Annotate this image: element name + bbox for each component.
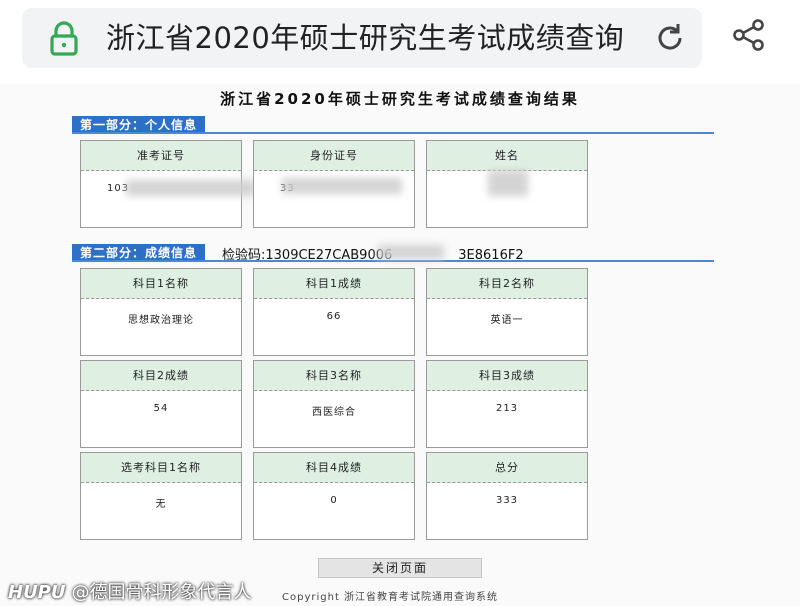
- close-page-button[interactable]: 关闭页面: [318, 558, 482, 578]
- share-icon[interactable]: [732, 18, 766, 52]
- copyright-footer: Copyright 浙江省教育考试院通用查询系统: [282, 592, 499, 603]
- card-label: 科目4成绩: [254, 453, 414, 483]
- watermark-user: @德国骨科形象代言人: [71, 582, 252, 603]
- address-bar-title: 浙江省2020年硕士研究生考试成绩查询: [106, 21, 625, 55]
- card-label: 姓名: [427, 141, 587, 171]
- page-title: 浙江省2020年硕士研究生考试成绩查询结果: [220, 90, 580, 108]
- browser-toolbar: 浙江省2020年硕士研究生考试成绩查询: [0, 0, 800, 84]
- verification-code-tail: 3E8616F2: [458, 248, 524, 263]
- card-value: 西医综合: [312, 407, 356, 418]
- card-value: 英语一: [490, 315, 524, 326]
- card-label: 科目3名称: [254, 361, 414, 391]
- card-label: 科目1名称: [81, 269, 241, 299]
- card-value: 0: [330, 495, 338, 506]
- redaction-blur: [378, 245, 444, 259]
- score-card-subject2-name: 科目2名称 英语一: [426, 268, 588, 356]
- card-value: 66: [326, 311, 342, 322]
- card-value: 54: [153, 403, 169, 414]
- card-label: 科目1成绩: [254, 269, 414, 299]
- score-card-subject4-score: 科目4成绩 0: [253, 452, 415, 540]
- card-value: 无: [155, 499, 167, 510]
- watermark: HUPU @德国骨科形象代言人: [8, 578, 252, 604]
- score-card-subject3-score: 科目3成绩 213: [426, 360, 588, 448]
- redaction-blur: [488, 170, 528, 196]
- card-label: 准考证号: [81, 141, 241, 171]
- card-label: 科目3成绩: [427, 361, 587, 391]
- card-label: 选考科目1名称: [81, 453, 241, 483]
- result-page: 浙江省2020年硕士研究生考试成绩查询结果 第一部分：个人信息 准考证号 103…: [0, 84, 800, 606]
- verification-code-head: 检验码:1309CE27CAB9006: [222, 248, 393, 263]
- redaction-blur: [282, 178, 402, 194]
- score-card-subject1-name: 科目1名称 思想政治理论: [80, 268, 242, 356]
- redaction-blur: [126, 180, 256, 196]
- lock-icon[interactable]: [44, 18, 84, 58]
- card-label: 身份证号: [254, 141, 414, 171]
- card-value: 213: [495, 403, 519, 414]
- score-card-subject2-score: 科目2成绩 54: [80, 360, 242, 448]
- card-value: 思想政治理论: [128, 315, 194, 326]
- card-value: 333: [495, 495, 519, 506]
- card-label: 科目2成绩: [81, 361, 241, 391]
- score-card-elective-name: 选考科目1名称 无: [80, 452, 242, 540]
- watermark-brand: HUPU: [8, 582, 66, 603]
- card-label: 总分: [427, 453, 587, 483]
- score-card-total: 总分 333: [426, 452, 588, 540]
- score-card-subject1-score: 科目1成绩 66: [253, 268, 415, 356]
- card-label: 科目2名称: [427, 269, 587, 299]
- address-bar[interactable]: 浙江省2020年硕士研究生考试成绩查询: [22, 8, 702, 68]
- verification-code: 检验码:1309CE27CAB9006 3E8616F2: [222, 244, 524, 263]
- reload-icon[interactable]: [652, 20, 688, 56]
- section-divider: [72, 132, 714, 134]
- score-card-subject3-name: 科目3名称 西医综合: [253, 360, 415, 448]
